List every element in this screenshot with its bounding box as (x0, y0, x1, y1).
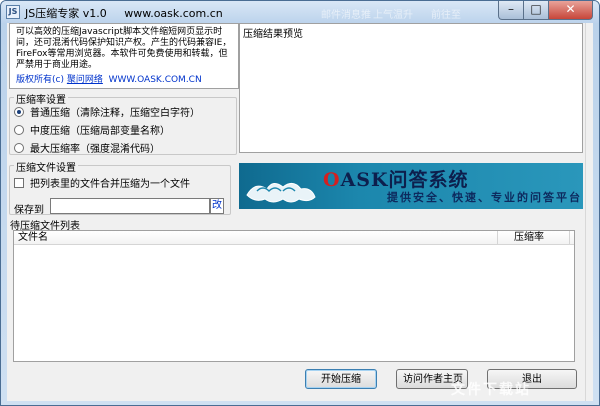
change-path-button[interactable]: 改 (210, 198, 224, 214)
radio-medium-compression[interactable]: 中度压缩（压缩局部变量名称） (14, 122, 170, 137)
minimize-button[interactable]: – (498, 1, 524, 20)
radio-indicator[interactable] (14, 124, 24, 135)
copyright-line: 版权所有(c) 聚问网络 WWW.OASK.COM.CN (16, 74, 234, 86)
compression-preview[interactable]: 压缩结果预览 (239, 23, 583, 153)
banner-title-rest: ASK问答系统 (340, 169, 469, 191)
window-title: JS压缩专家 v1.0 www.oask.com.cn (25, 5, 223, 21)
radio-indicator[interactable] (14, 106, 24, 117)
copyright-link[interactable]: 聚问网络 (67, 75, 103, 85)
compression-group: 压缩率设置 普通压缩（清除注释，压缩空白字符） 中度压缩（压缩局部变量名称） 最… (9, 91, 237, 155)
watermark: 文件下载站 (451, 382, 531, 398)
copyright-prefix: 版权所有(c) (16, 75, 64, 85)
info-panel: 可以高效的压缩Javascript脚本文件缩短网页显示时间，还可混淆代码保护知识… (9, 23, 239, 89)
file-list[interactable]: 文件名 压缩率 (13, 230, 575, 362)
cloud-pattern-icon (246, 183, 316, 203)
radio-label: 中度压缩（压缩局部变量名称） (30, 126, 170, 137)
preview-label: 压缩结果预览 (243, 29, 303, 40)
title-bar[interactable]: JS JS压缩专家 v1.0 www.oask.com.cn 邮件消息推 上气温… (1, 1, 599, 23)
maximize-button[interactable]: □ (523, 1, 549, 20)
column-header-filename[interactable]: 文件名 (14, 231, 498, 244)
window-title-name: JS压缩专家 v1.0 (25, 7, 107, 20)
checkbox-label: 把列表里的文件合并压缩为一个文件 (30, 179, 190, 190)
background-window-text: 邮件消息推 (321, 10, 371, 21)
radio-max-compression[interactable]: 最大压缩率（强度混淆代码） (14, 140, 160, 155)
banner-slogan: 提供安全、快速、专业的问答平台 (387, 191, 582, 204)
banner-title: OASK问答系统 (323, 165, 469, 192)
app-icon: JS (6, 5, 20, 19)
merge-files-checkbox[interactable]: 把列表里的文件合并压缩为一个文件 (14, 175, 190, 190)
client-area: 可以高效的压缩Javascript脚本文件缩短网页显示时间，还可混淆代码保护知识… (7, 23, 593, 401)
background-window-text: 上气温升 (373, 10, 413, 21)
radio-indicator[interactable] (14, 142, 24, 153)
window-title-url: www.oask.com.cn (124, 7, 223, 20)
file-settings-group: 压缩文件设置 把列表里的文件合并压缩为一个文件 保存到 改 (9, 159, 231, 216)
file-list-header: 文件名 压缩率 (14, 231, 574, 245)
background-window-text: 前往至 (431, 10, 461, 21)
app-window: JS JS压缩专家 v1.0 www.oask.com.cn 邮件消息推 上气温… (0, 0, 600, 406)
radio-normal-compression[interactable]: 普通压缩（清除注释，压缩空白字符） (14, 104, 200, 119)
radio-label: 最大压缩率（强度混淆代码） (30, 144, 160, 155)
save-to-label: 保存到 (14, 205, 44, 216)
banner-title-o: O (323, 169, 341, 191)
info-description: 可以高效的压缩Javascript脚本文件缩短网页显示时间，还可混淆代码保护知识… (16, 27, 232, 70)
column-header-ratio[interactable]: 压缩率 (498, 231, 570, 244)
copyright-url[interactable]: WWW.OASK.COM.CN (109, 75, 202, 85)
file-settings-legend: 压缩文件设置 (14, 159, 78, 174)
right-divider (585, 23, 586, 401)
save-path-input[interactable] (50, 198, 210, 214)
start-compress-button[interactable]: 开始压缩 (305, 369, 377, 389)
oask-banner[interactable]: OASK问答系统 提供安全、快速、专业的问答平台 (239, 163, 583, 209)
radio-label: 普通压缩（清除注释，压缩空白字符） (30, 108, 200, 119)
checkbox-indicator[interactable] (14, 177, 24, 188)
close-button[interactable]: ✕ (548, 1, 593, 20)
